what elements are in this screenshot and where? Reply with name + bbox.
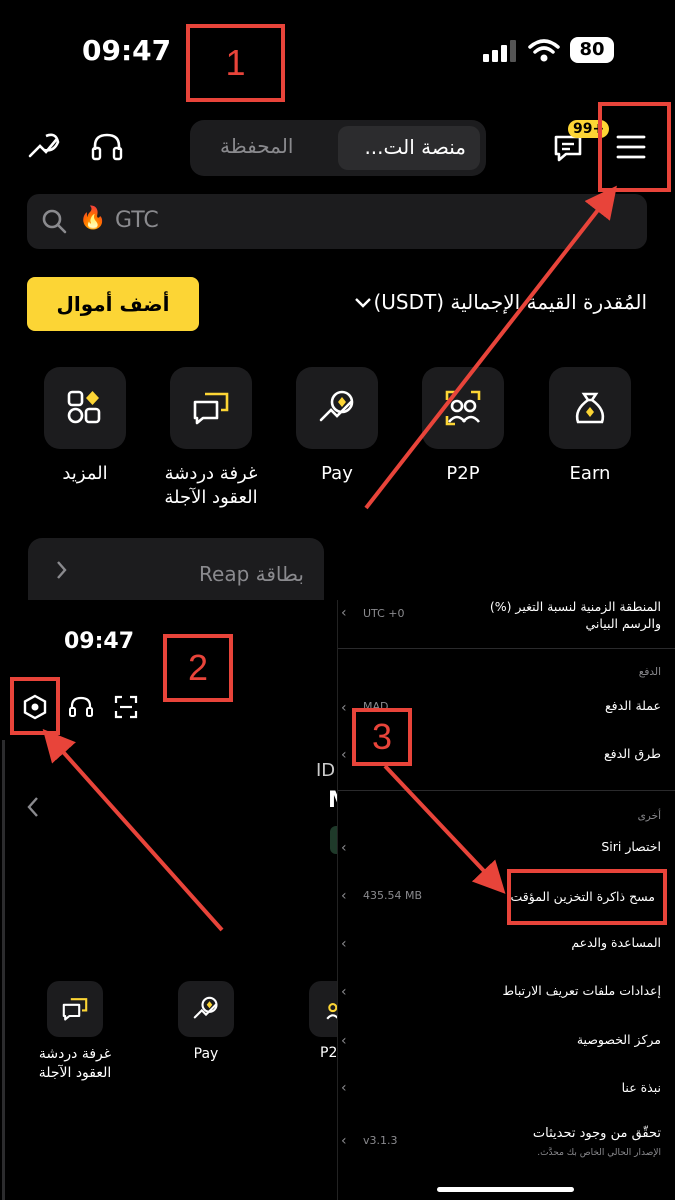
arrow-to-settings xyxy=(42,729,224,932)
annotation-arrows xyxy=(42,185,617,932)
arrow-to-menu xyxy=(364,185,617,510)
arrow-to-clear-cache xyxy=(383,764,506,894)
